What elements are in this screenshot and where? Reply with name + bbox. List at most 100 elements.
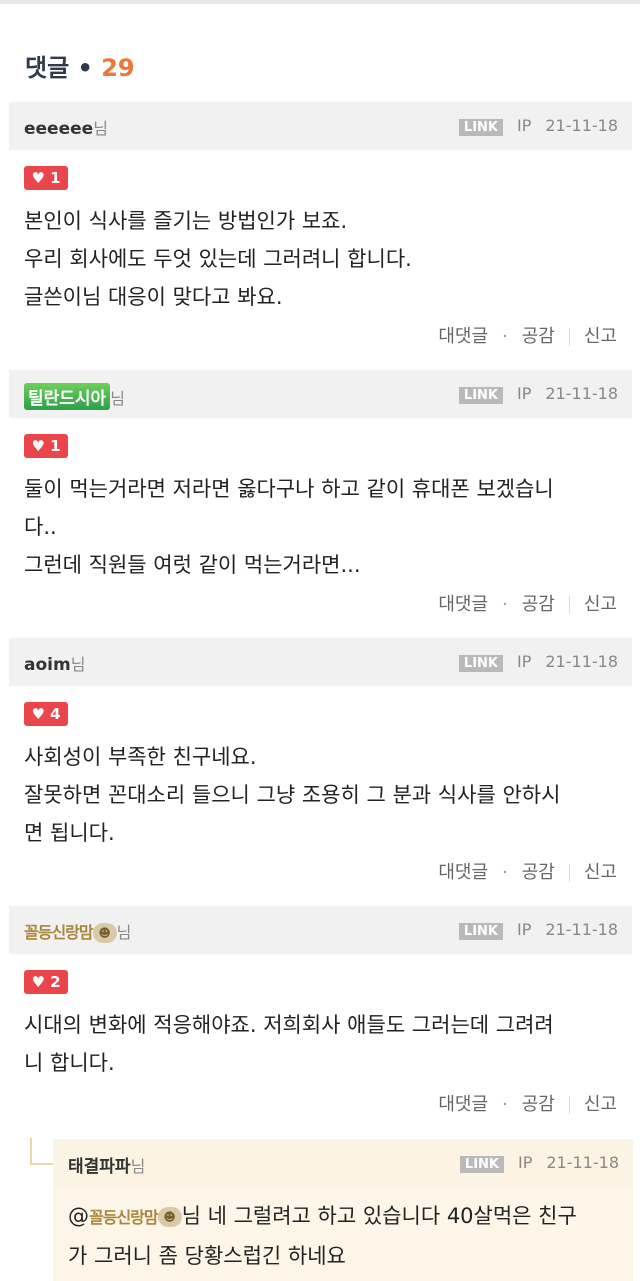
comment-line: 둘이 먹는거라면 저라면 옳다구나 하고 같이 휴대폰 보겠습니: [24, 477, 554, 501]
reply-button[interactable]: 대댓글: [438, 594, 488, 615]
comment-body: 사회성이 부족한 친구네요. 잘못하면 꼰대소리 들으니 그냥 조용히 그 분과…: [24, 738, 560, 852]
comment-count: 29: [101, 54, 135, 82]
comment-body: 시대의 변화에 적응해야죠. 저희회사 애들도 그러는데 그려려 니 합니다.: [24, 1006, 554, 1082]
reply-button[interactable]: 대댓글: [438, 326, 488, 347]
heart-icon: ♥: [31, 437, 45, 455]
honorific-suffix: 님: [93, 119, 108, 138]
comment-meta: LINK IP 21-11-18: [458, 652, 618, 672]
link-button[interactable]: LINK: [459, 1156, 504, 1173]
comment-item: 꼴등신랑맘 ☻ 님 LINK IP 21-11-18 ♥ 2 시대의 변화에 적응해야죠…: [9, 906, 632, 1115]
like-button[interactable]: 공감: [522, 326, 555, 347]
report-button[interactable]: 신고: [584, 862, 617, 883]
nickname-image: 꼴등신랑맘: [24, 923, 94, 942]
reply-author[interactable]: 태결파파님: [68, 1152, 145, 1177]
report-button[interactable]: 신고: [584, 1094, 617, 1115]
ip-label: IP: [517, 384, 532, 403]
comment-meta: LINK IP 21-11-18: [458, 920, 618, 940]
comment-line: 그런데 직원들 여럿 같이 먹는거라면...: [24, 553, 361, 577]
honorific-suffix: 님: [130, 1157, 146, 1176]
action-dot: ·: [502, 862, 508, 883]
comment-author[interactable]: aoim님: [24, 651, 85, 675]
reply-line: @꼴등신랑맘 ☻ 님 네 그럴려고 하고 있습니다 40살먹은 친구: [68, 1197, 577, 1237]
action-dot: ·: [502, 326, 508, 347]
comment-line: 사회성이 부족한 친구네요.: [24, 745, 257, 769]
like-count-badge: ♥ 1: [24, 166, 68, 190]
mention-at: @: [68, 1204, 89, 1228]
comment-actions: 대댓글 · 공감 신고: [438, 322, 617, 348]
like-count-badge: ♥ 4: [24, 702, 68, 726]
comment-line: 잘못하면 꼰대소리 들으니 그냥 조용히 그 분과 식사를 안하시: [24, 783, 561, 807]
comment-meta: LINK IP 21-11-18: [458, 384, 618, 404]
comment-body: 본인이 식사를 즐기는 방법인가 보죠. 우리 회사에도 두엇 있는데 그러려니…: [24, 202, 412, 316]
comment-header: 꼴등신랑맘 ☻ 님 LINK IP 21-11-18: [9, 906, 632, 954]
comment-author[interactable]: eeeeee님: [24, 115, 108, 139]
reply-item: 태결파파님 LINK IP 21-11-18: [53, 1139, 633, 1187]
like-count-badge: ♥ 2: [24, 970, 68, 994]
reply-body: @꼴등신랑맘 ☻ 님 네 그럴려고 하고 있습니다 40살먹은 친구 가 그러니 좀…: [68, 1197, 577, 1275]
ip-label: IP: [518, 1153, 533, 1172]
like-button[interactable]: 공감: [522, 594, 555, 615]
title-bullet: •: [77, 54, 93, 82]
honorific-suffix: 님: [110, 389, 125, 408]
comment-date: 21-11-18: [545, 920, 618, 939]
heart-icon: ♥: [31, 169, 45, 187]
comments-title: 댓글 • 29: [25, 48, 135, 83]
comment-item: aoim님 LINK IP 21-11-18 ♥ 4 사회성이 부족한 친구네요. …: [9, 638, 632, 883]
comment-header: aoim님 LINK IP 21-11-18: [9, 638, 632, 686]
action-separator: [568, 596, 570, 614]
honorific-suffix: 님: [116, 923, 132, 942]
comment-line: 시대의 변화에 적응해야죠. 저희회사 애들도 그러는데 그려려: [24, 1013, 554, 1037]
comment-line: 면 됩니다.: [24, 821, 115, 845]
link-button[interactable]: LINK: [458, 655, 503, 672]
reply-line: 가 그러니 좀 당황스럽긴 하네요: [68, 1244, 346, 1268]
reply-date: 21-11-18: [546, 1153, 619, 1172]
comment-author[interactable]: 틸란드시아 님: [24, 383, 125, 410]
action-dot: ·: [502, 594, 508, 615]
comment-line: 니 합니다.: [24, 1051, 115, 1075]
comment-item: 틸란드시아 님 LINK IP 21-11-18 ♥ 1 둘이 먹는거라면 저라면 옳…: [9, 370, 632, 615]
top-divider: [0, 0, 640, 4]
reply-header: 태결파파님 LINK IP 21-11-18: [53, 1139, 633, 1187]
reply-body-bg: @꼴등신랑맘 ☻ 님 네 그럴려고 하고 있습니다 40살먹은 친구 가 그러니 좀…: [53, 1187, 633, 1281]
comments-label: 댓글: [25, 54, 70, 82]
like-button[interactable]: 공감: [522, 1094, 555, 1115]
comment-actions: 대댓글 · 공감 신고: [438, 1090, 617, 1116]
report-button[interactable]: 신고: [584, 326, 617, 347]
comment-date: 21-11-18: [545, 652, 618, 671]
nickname-image: 틸란드시아: [24, 383, 111, 410]
mention-nickname-image[interactable]: 꼴등신랑맘: [89, 1199, 159, 1237]
skull-icon: ☻: [92, 923, 117, 943]
reply-connector: [30, 1138, 54, 1165]
reply-meta: LINK IP 21-11-18: [459, 1153, 619, 1173]
comment-line: 본인이 식사를 즐기는 방법인가 보죠.: [24, 209, 348, 233]
report-button[interactable]: 신고: [584, 594, 617, 615]
action-separator: [568, 1096, 570, 1114]
like-count-badge: ♥ 1: [24, 434, 68, 458]
action-separator: [568, 328, 570, 346]
ip-label: IP: [517, 116, 532, 135]
comment-date: 21-11-18: [545, 384, 618, 403]
comment-actions: 대댓글 · 공감 신고: [438, 590, 617, 616]
comment-header: 틸란드시아 님 LINK IP 21-11-18: [9, 370, 632, 418]
heart-icon: ♥: [31, 973, 45, 991]
link-button[interactable]: LINK: [458, 387, 503, 404]
action-separator: [568, 864, 570, 882]
reply-button[interactable]: 대댓글: [438, 1094, 488, 1115]
ip-label: IP: [517, 652, 532, 671]
comment-line: 다..: [24, 515, 57, 539]
comment-date: 21-11-18: [545, 116, 618, 135]
honorific-suffix: 님: [70, 655, 86, 674]
comment-line: 우리 회사에도 두엇 있는데 그러려니 합니다.: [24, 247, 412, 271]
comment-author[interactable]: 꼴등신랑맘 ☻ 님: [24, 919, 131, 943]
like-button[interactable]: 공감: [522, 862, 555, 883]
link-button[interactable]: LINK: [458, 119, 503, 136]
action-dot: ·: [502, 1094, 508, 1115]
heart-icon: ♥: [31, 705, 45, 723]
skull-icon: ☻: [157, 1207, 182, 1227]
comment-body: 둘이 먹는거라면 저라면 옳다구나 하고 같이 휴대폰 보겠습니 다.. 그런데…: [24, 470, 554, 584]
link-button[interactable]: LINK: [458, 923, 503, 940]
comment-header: eeeeee님 LINK IP 21-11-18: [9, 102, 632, 150]
comment-actions: 대댓글 · 공감 신고: [438, 858, 617, 884]
comment-meta: LINK IP 21-11-18: [458, 116, 618, 136]
reply-button[interactable]: 대댓글: [438, 862, 488, 883]
